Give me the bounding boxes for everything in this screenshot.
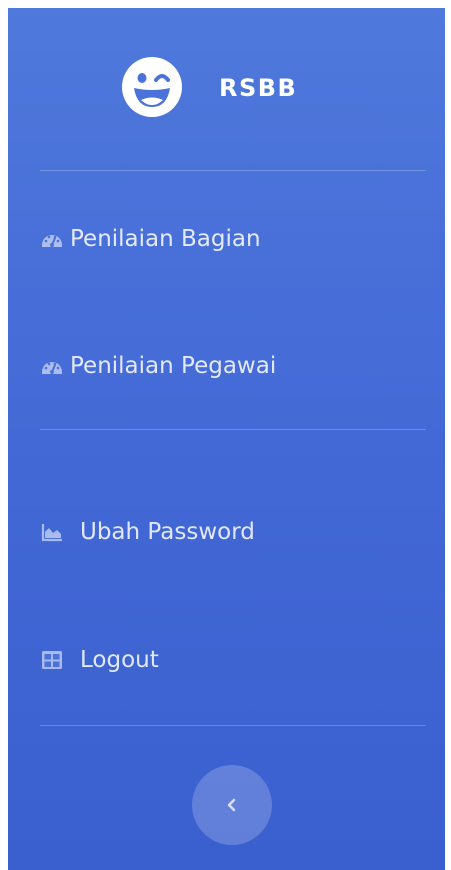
sidebar-brand[interactable]: RSBB — [8, 8, 445, 171]
sidebar-toggle-button[interactable] — [192, 765, 272, 845]
nav-item-label: Ubah Password — [80, 519, 255, 545]
tachometer-icon — [42, 362, 62, 374]
chevron-left-icon — [227, 798, 236, 812]
nav-item-label: Penilaian Pegawai — [70, 353, 277, 379]
sidebar-divider — [40, 429, 426, 430]
nav-item-label: Penilaian Bagian — [70, 226, 261, 252]
nav-item-penilaian-pegawai[interactable]: Penilaian Pegawai — [40, 344, 426, 388]
nav-item-label: Logout — [80, 647, 159, 673]
nav-item-ubah-password[interactable]: Ubah Password — [40, 510, 426, 554]
sidebar: RSBB Penilaian Bagian Penilaian Pegawai — [8, 8, 445, 870]
tachometer-icon — [42, 235, 62, 247]
sidebar-divider — [40, 725, 426, 726]
laugh-wink-icon — [122, 57, 182, 117]
area-chart-icon — [41, 524, 62, 542]
nav-item-logout[interactable]: Logout — [40, 638, 426, 682]
sidebar-divider — [40, 170, 426, 171]
nav-item-penilaian-bagian[interactable]: Penilaian Bagian — [40, 217, 426, 261]
brand-name: RSBB — [219, 74, 298, 102]
table-icon — [42, 651, 62, 669]
